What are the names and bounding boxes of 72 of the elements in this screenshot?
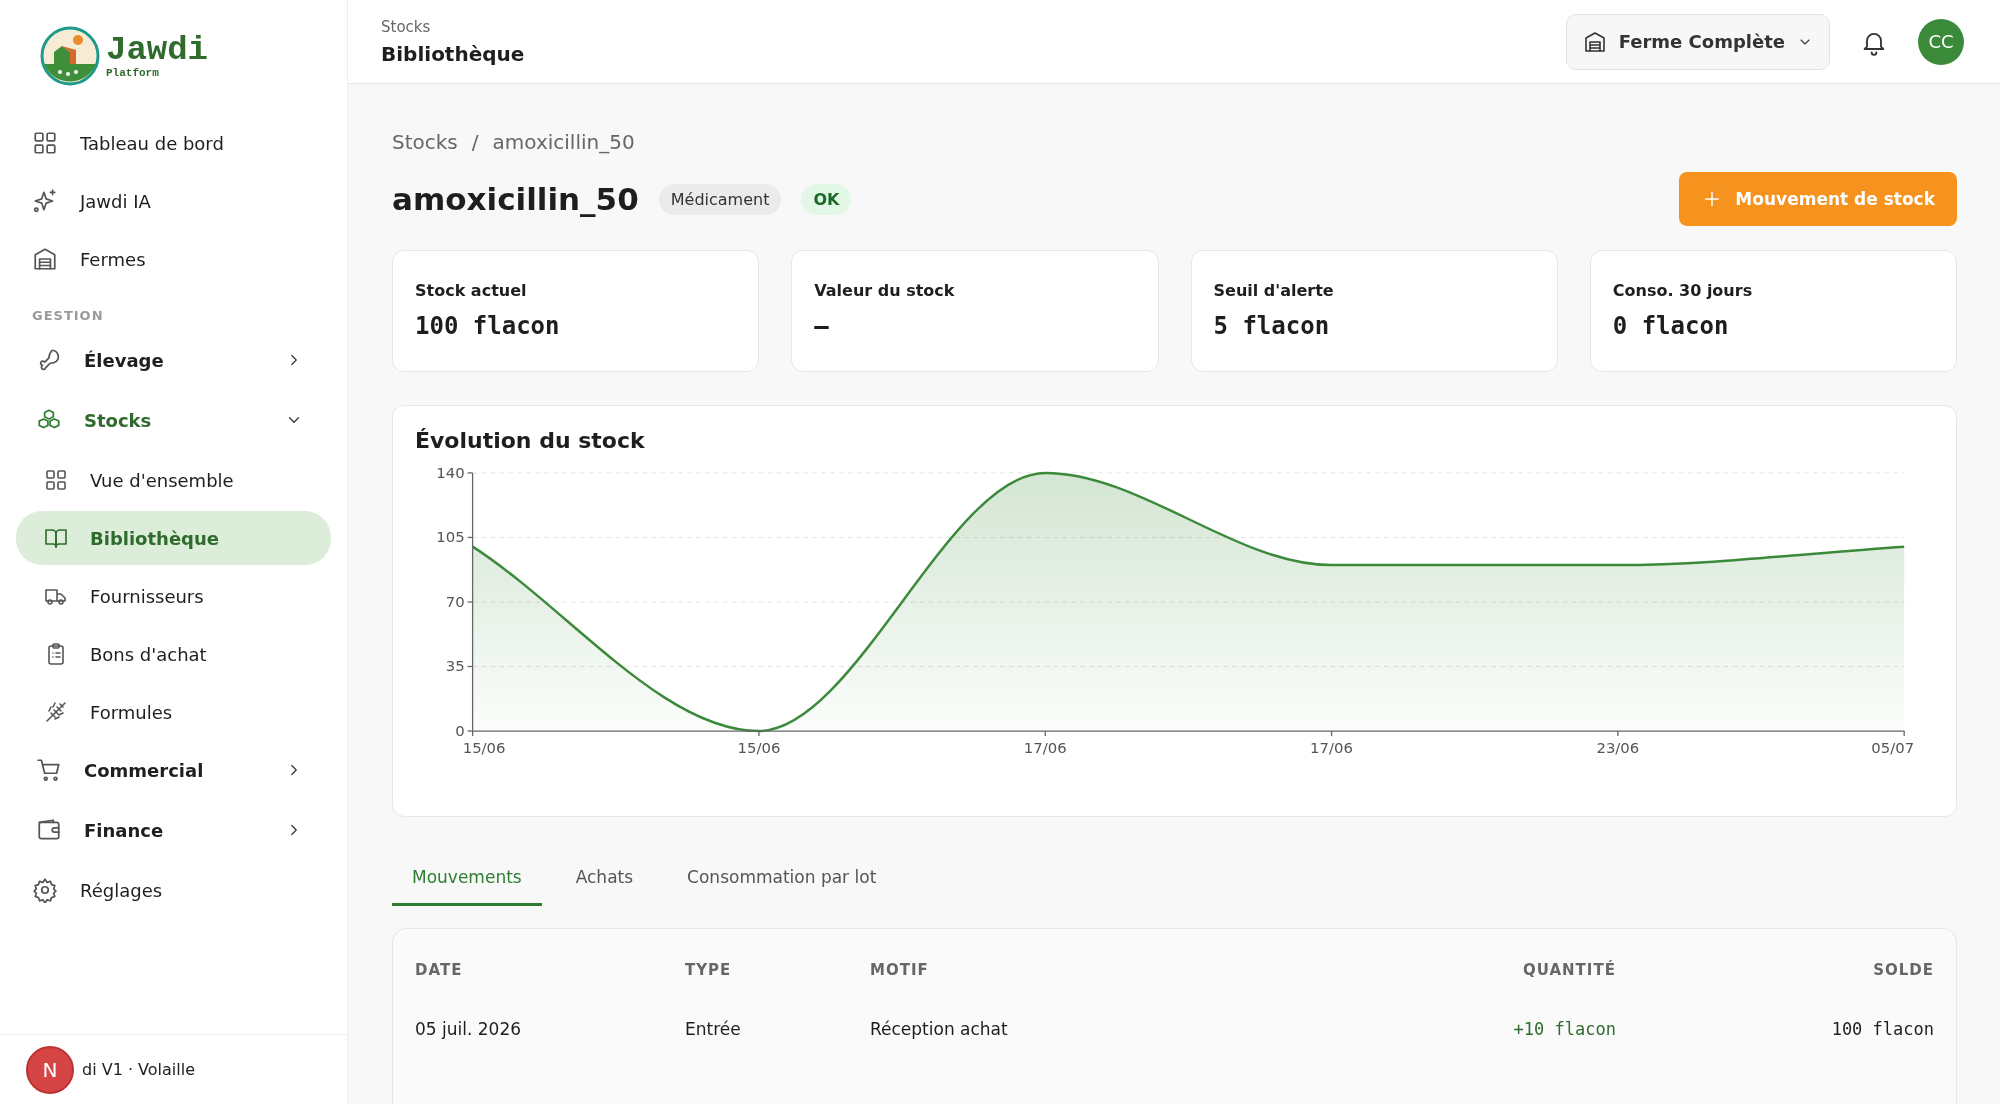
- x-tick-label: 15/06: [737, 738, 781, 757]
- stat-label: Valeur du stock: [814, 281, 956, 300]
- nav-item[interactable]: Élevage: [16, 333, 331, 387]
- breadcrumb-separator: /: [471, 130, 479, 154]
- product-title: amoxicillin_50: [392, 181, 639, 217]
- breadcrumb-link[interactable]: amoxicillin_50: [492, 130, 635, 154]
- nav-item[interactable]: Finance: [16, 803, 331, 857]
- farm-logo-icon: [40, 26, 100, 86]
- tab[interactable]: Consommation par lot: [667, 855, 897, 906]
- status-badge: OK: [801, 183, 852, 215]
- nav-item[interactable]: Vue d'ensemble: [16, 453, 331, 507]
- tab[interactable]: Achats: [555, 855, 654, 906]
- barn-icon: [32, 246, 58, 272]
- stat-label: Stock actuel: [415, 281, 528, 300]
- breadcrumb-link[interactable]: Stocks: [392, 130, 458, 154]
- column-header: SOLDE: [1872, 960, 1934, 981]
- table-cell-text: +10 flacon: [1512, 1018, 1616, 1041]
- chart-title: Évolution du stock: [415, 428, 646, 453]
- page-title: Bibliothèque: [381, 41, 525, 66]
- sparkle-icon: [32, 188, 58, 214]
- nav-item[interactable]: Commercial: [16, 743, 331, 797]
- dev-indicator-badge[interactable]: N: [26, 1045, 74, 1094]
- x-tick-label: 23/06: [1596, 738, 1640, 757]
- y-tick-label: 105: [436, 528, 465, 547]
- table-cell-text: Réception achat: [870, 1018, 1009, 1041]
- x-tick-label: 17/06: [1023, 738, 1067, 757]
- column-header: TYPE: [685, 960, 733, 981]
- stat-value: 0 flacon: [1612, 312, 1730, 340]
- category-badge: Médicament: [658, 183, 782, 215]
- column-header: QUANTITÉ: [1522, 959, 1616, 981]
- table-cell-text: 05 juil. 2026: [415, 1018, 523, 1041]
- table-cell-text: Entrée: [685, 1018, 742, 1041]
- stat-value: 100 flacon: [415, 312, 561, 340]
- logo-subtitle: Platform: [106, 67, 160, 79]
- stat-label: Conso. 30 jours: [1612, 281, 1754, 300]
- stat-value: —: [814, 312, 830, 340]
- y-tick-label: 35: [445, 657, 465, 676]
- x-tick-label: 15/06: [462, 738, 506, 757]
- nav-item[interactable]: Fermes: [16, 232, 331, 286]
- grid-icon: [32, 130, 58, 156]
- settings-icon: [32, 877, 58, 903]
- wallet-icon: [36, 817, 62, 843]
- breadcrumb-text: Stocks: [381, 17, 432, 36]
- tab[interactable]: Mouvements: [392, 855, 542, 906]
- x-tick-label: 17/06: [1310, 738, 1353, 757]
- stat-label: Seuil d'alerte: [1213, 281, 1335, 300]
- barn-icon: [1582, 29, 1607, 54]
- nav-item[interactable]: Réglages: [16, 863, 331, 917]
- cart-icon: [36, 757, 62, 783]
- stat-value: 5 flacon: [1213, 312, 1331, 340]
- column-header: MOTIF: [870, 960, 930, 981]
- nav-item[interactable]: Stocks: [16, 393, 331, 447]
- table-cell-text: 100 flacon: [1830, 1018, 1934, 1041]
- nav-item[interactable]: Formules: [16, 685, 331, 739]
- nav-item[interactable]: Bibliothèque: [16, 511, 331, 565]
- logo-wordmark: Jawdi: [106, 33, 209, 67]
- nav-item[interactable]: Jawdi IA: [16, 174, 331, 228]
- user-avatar[interactable]: CC: [1918, 18, 1964, 65]
- book-icon: [44, 526, 68, 550]
- section-label: GESTION: [31, 307, 105, 325]
- nav-item[interactable]: Tableau de bord: [16, 116, 331, 170]
- column-header: DATE: [415, 939, 685, 1001]
- wheat-icon: [44, 700, 68, 724]
- y-tick-label: 0: [455, 722, 465, 740]
- y-tick-label: 140: [436, 463, 465, 482]
- nav-item[interactable]: Bons d'achat: [16, 627, 331, 681]
- version-text: di V1 · Volaille: [82, 1060, 195, 1079]
- grid-icon: [44, 468, 68, 492]
- nav-item[interactable]: Fournisseurs: [16, 569, 331, 623]
- y-tick-label: 70: [445, 592, 465, 611]
- farm-selector[interactable]: Ferme Complète: [1565, 13, 1830, 70]
- x-tick-label: 05/07: [1871, 738, 1915, 757]
